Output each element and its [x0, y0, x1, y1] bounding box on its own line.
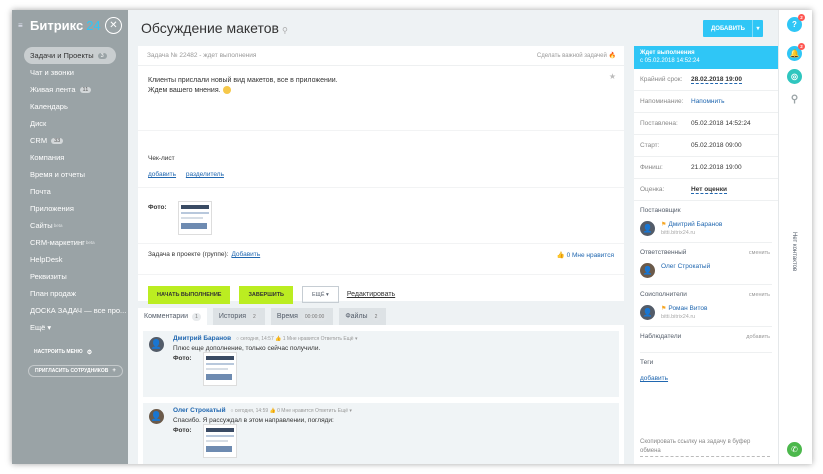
sidebar-item-apps[interactable]: Приложения: [12, 200, 128, 217]
reminder-field[interactable]: Напоминание: Напомнить: [634, 91, 778, 113]
avatar[interactable]: 👤: [149, 337, 164, 352]
sidebar-item-task-board[interactable]: ДОСКА ЗАДАЧ — все про...: [12, 302, 128, 319]
sidebar-item-sales-plan[interactable]: План продаж: [12, 285, 128, 302]
deadline-field[interactable]: Крайний срок: 28.02.2018 19:00: [634, 69, 778, 91]
responsible-section: Ответственный сменить 👤 Олег Строкатый: [634, 243, 778, 285]
created-field: Поставлена: 05.02.2018 14:52:24: [634, 113, 778, 135]
copy-link[interactable]: Скопировать ссылку на задачу в буфер обм…: [640, 438, 770, 457]
comment-item: 👤 Олег Строкатый ○ сегодня, 14:59 👍 0 Мн…: [143, 403, 619, 464]
right-toolbar: ? 2 🔔 2 ◎ ⚲ Нет контактов ✆: [778, 10, 812, 464]
comment-meta: ○ сегодня, 14:57 👍 1 Мне нравится Ответи…: [235, 336, 358, 342]
photo-thumbnail[interactable]: [203, 424, 237, 458]
responsible-name[interactable]: Олег Строкатый: [661, 263, 710, 270]
checklist: Чек-лист добавить разделитель: [138, 130, 624, 178]
comment-text: Плюс еще дополнение, только сейчас получ…: [173, 345, 321, 352]
avatar[interactable]: 👤: [149, 409, 164, 424]
avatar[interactable]: 👤: [640, 263, 655, 278]
contacts-label: Нет контактов: [791, 232, 797, 272]
sidebar-item-more[interactable]: Ещё ▾: [12, 319, 128, 336]
coexec-change-link[interactable]: сменить: [749, 292, 770, 298]
hamburger-icon[interactable]: ≡: [18, 21, 26, 30]
task-details-panel: Ждет выполнения с 05.02.2018 14:52:24 Кр…: [634, 46, 778, 464]
coexec-name[interactable]: Роман Витов: [661, 305, 707, 312]
status-badge: Ждет выполнения с 05.02.2018 14:52:24: [634, 46, 778, 69]
coexec-section: Соисполнители сменить 👤 Роман Витов bitt…: [634, 285, 778, 327]
sidebar-item-company[interactable]: Компания: [12, 149, 128, 166]
plus-icon: +: [112, 368, 116, 374]
avatar[interactable]: 👤: [640, 305, 655, 320]
task-card: Задача № 22482 - ждет выполнения Сделать…: [138, 46, 624, 304]
photo-thumbnail[interactable]: [203, 352, 237, 386]
tags-add-link[interactable]: добавить: [640, 375, 772, 382]
make-important-link[interactable]: Сделать важной задачей 🔥: [537, 52, 616, 59]
sidebar-menu: Задачи и Проекты 3 Чат и звонки Живая лен…: [12, 47, 128, 336]
sidebar-item-crm[interactable]: CRM 33: [12, 132, 128, 149]
comment-text: Спасибо. Я рассуждал в этом направлении,…: [173, 417, 334, 424]
sidebar-item-feed[interactable]: Живая лента 11: [12, 81, 128, 98]
left-sidebar: ≡ Битрикс 24 ✕ Задачи и Проекты 3 Чат и зв…: [12, 10, 128, 464]
creator-section: Постановщик 👤 Дмитрий Баранов bitti.bitr…: [634, 201, 778, 243]
sidebar-item-mail[interactable]: Почта: [12, 183, 128, 200]
project-row: Задача в проекте (группе): Добавить 👍 0 …: [138, 243, 624, 265]
avatar[interactable]: 👤: [640, 221, 655, 236]
page-title: Обсуждение макетов ⚲: [141, 20, 288, 36]
sidebar-item-requisites[interactable]: Реквизиты: [12, 268, 128, 285]
sidebar-item-time[interactable]: Время и отчеты: [12, 166, 128, 183]
more-button[interactable]: ЕЩЁ ▾: [302, 286, 339, 303]
smile-icon: [222, 86, 231, 95]
chat-icon[interactable]: ◎: [787, 69, 802, 84]
app-window: ≡ Битрикс 24 ✕ Задачи и Проекты 3 Чат и зв…: [12, 10, 812, 464]
comments-panel: 👤 Дмитрий Баранов ○ сегодня, 14:57 👍 1 М…: [138, 325, 624, 464]
close-icon[interactable]: ✕: [105, 17, 122, 34]
tab-history[interactable]: История 2: [212, 308, 265, 325]
finish-button[interactable]: ЗАВЕРШИТЬ: [239, 285, 294, 304]
configure-menu-button[interactable]: НАСТРОИТЬ МЕНЮ ⚙: [28, 346, 98, 358]
sidebar-item-chat[interactable]: Чат и звонки: [12, 64, 128, 81]
sidebar-item-crm-marketing[interactable]: CRM-маркетинг beta: [12, 234, 128, 251]
responsible-change-link[interactable]: сменить: [749, 250, 770, 256]
tags-section: Теги добавить: [634, 353, 778, 382]
bell-icon[interactable]: 🔔 2: [787, 43, 805, 61]
sidebar-item-helpdesk[interactable]: HelpDesk: [12, 251, 128, 268]
finish-field: Финиш: 21.02.2018 19:00: [634, 157, 778, 179]
gear-icon: ⚙: [86, 349, 93, 356]
start-field: Старт: 05.02.2018 09:00: [634, 135, 778, 157]
phone-icon[interactable]: ✆: [787, 442, 802, 457]
observers-add-link[interactable]: добавить: [746, 334, 770, 340]
link-icon[interactable]: ⚲: [282, 26, 288, 35]
start-button[interactable]: НАЧАТЬ ВЫПОЛНЕНИЕ: [148, 285, 231, 304]
tab-comments[interactable]: Комментарии 1: [138, 308, 207, 325]
search-icon[interactable]: ⚲: [787, 92, 802, 107]
sidebar-item-sites[interactable]: Сайты beta: [12, 217, 128, 234]
comment-item: 👤 Дмитрий Баранов ○ сегодня, 14:57 👍 1 М…: [143, 331, 619, 397]
creator-name[interactable]: Дмитрий Баранов: [661, 221, 722, 228]
project-add-link[interactable]: Добавить: [231, 251, 260, 258]
task-header: Задача № 22482 - ждет выполнения Сделать…: [138, 46, 624, 66]
logo[interactable]: Битрикс 24: [30, 18, 101, 33]
tabs: Комментарии 1 История 2 Время 00:00:00 Файл…: [138, 308, 392, 325]
help-icon[interactable]: ? 2: [787, 14, 805, 32]
task-description: Клиенты прислали новый вид макетов, все …: [148, 72, 616, 95]
invite-button[interactable]: ПРИГЛАСИТЬ СОТРУДНИКОВ +: [28, 365, 123, 377]
checklist-add-link[interactable]: добавить: [148, 171, 176, 178]
comment-author[interactable]: Дмитрий Баранов: [173, 335, 231, 342]
sidebar-item-tasks[interactable]: Задачи и Проекты 3: [24, 47, 116, 64]
comment-author[interactable]: Олег Строкатый: [173, 407, 226, 414]
sidebar-item-calendar[interactable]: Календарь: [12, 98, 128, 115]
tab-files[interactable]: Файлы 2: [339, 308, 387, 325]
edit-link[interactable]: Редактировать: [347, 291, 395, 298]
chevron-down-icon[interactable]: ▾: [752, 20, 763, 37]
add-button[interactable]: ДОБАВИТЬ ▾: [703, 20, 763, 37]
observers-section: Наблюдатели добавить: [634, 327, 778, 353]
photo-thumbnail[interactable]: [178, 201, 212, 235]
checklist-separator-link[interactable]: разделитель: [186, 171, 224, 178]
star-icon[interactable]: ★: [609, 72, 616, 82]
sidebar-item-disk[interactable]: Диск: [12, 115, 128, 132]
like-link[interactable]: 👍 0 Мне нравится: [557, 251, 614, 259]
task-photo: Фото:: [138, 187, 624, 243]
comment-meta: ○ сегодня, 14:59 👍 0 Мне нравится Ответи…: [230, 408, 352, 414]
tab-time[interactable]: Время 00:00:00: [270, 308, 334, 325]
rating-field[interactable]: Оценка: Нет оценки: [634, 179, 778, 201]
